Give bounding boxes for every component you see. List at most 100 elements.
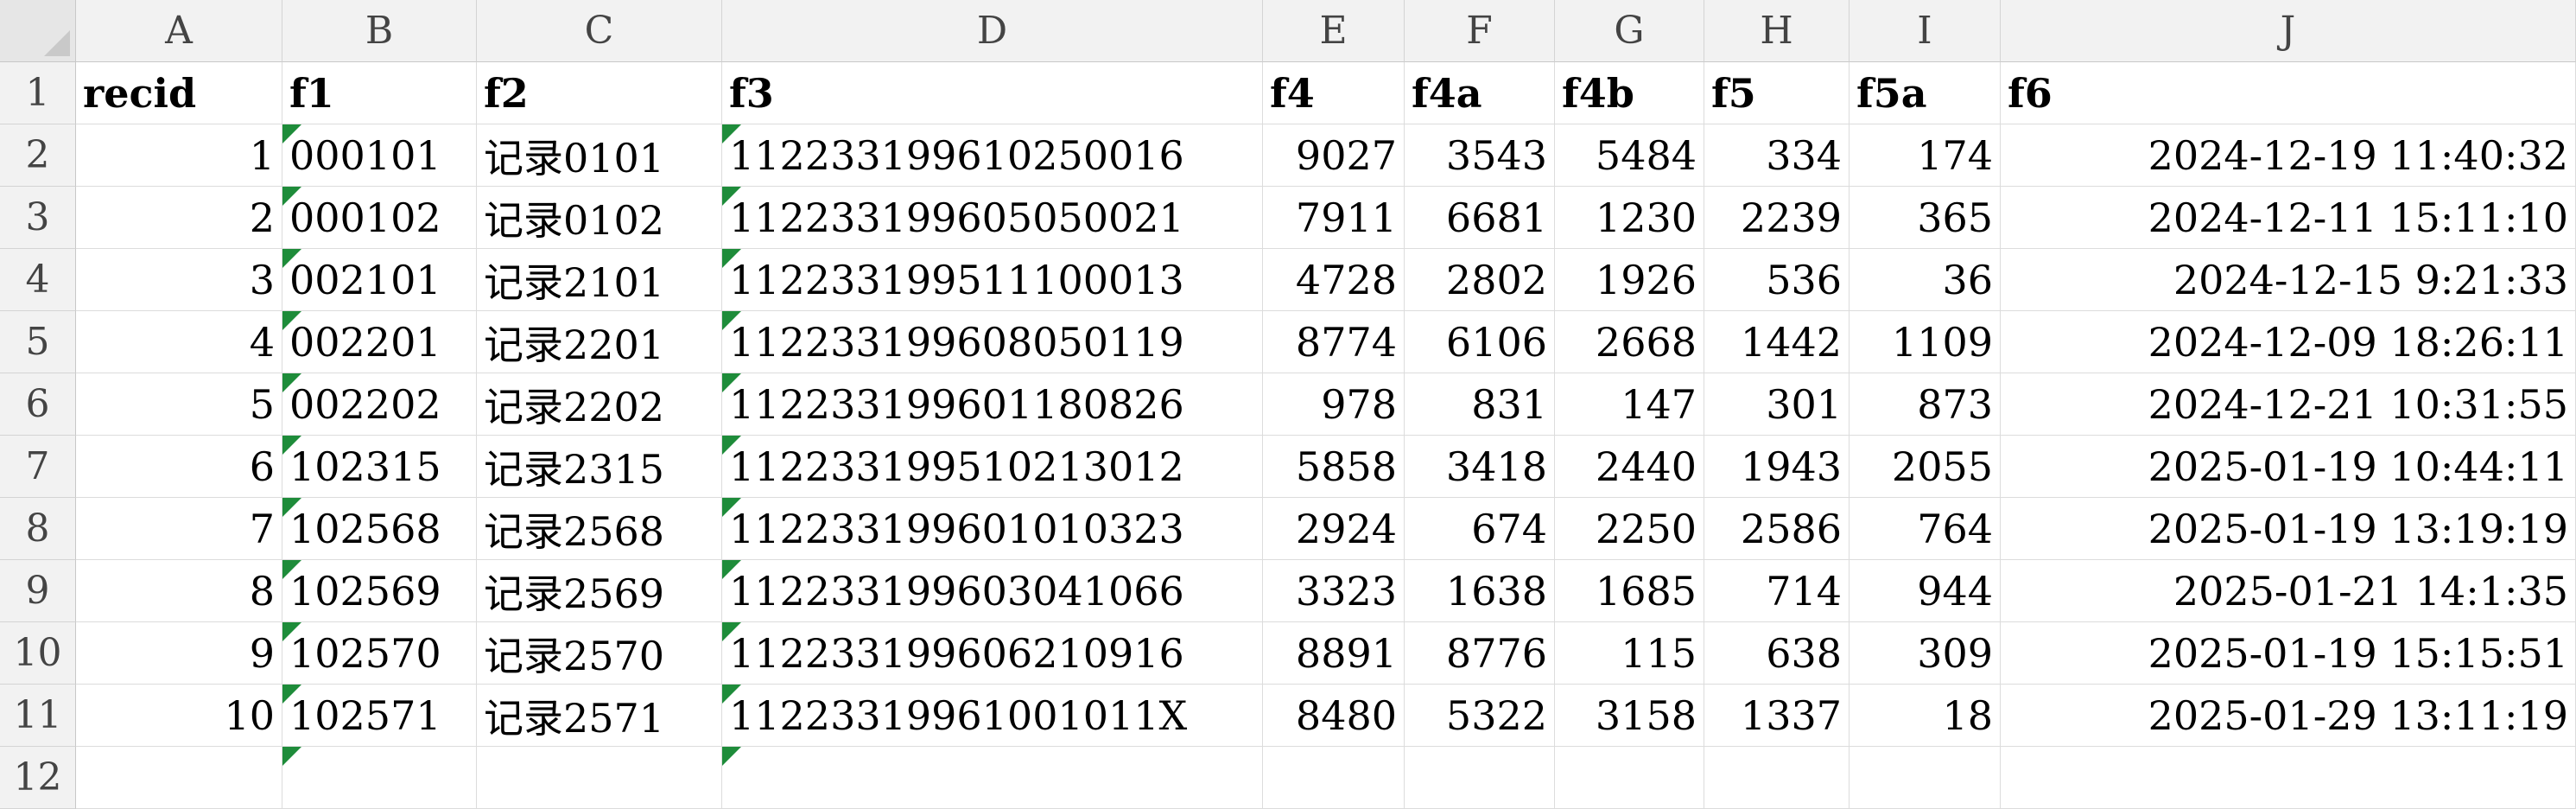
- cell-a4[interactable]: 3: [76, 249, 282, 311]
- cell-i2[interactable]: 174: [1850, 124, 2001, 187]
- column-header-f[interactable]: F: [1405, 0, 1555, 62]
- cell-a10[interactable]: 9: [76, 622, 282, 685]
- cell-i7[interactable]: 2055: [1850, 436, 2001, 498]
- header-cell-f5a[interactable]: f5a: [1850, 62, 2001, 124]
- cell-a9[interactable]: 8: [76, 560, 282, 622]
- cell-e10[interactable]: 8891: [1263, 622, 1405, 685]
- cell-a8[interactable]: 7: [76, 498, 282, 560]
- cell-h6[interactable]: 301: [1704, 373, 1850, 436]
- cell-d9[interactable]: 112233199603041066: [722, 560, 1263, 622]
- cell-d4[interactable]: 112233199511100013: [722, 249, 1263, 311]
- cell-e2[interactable]: 9027: [1263, 124, 1405, 187]
- cell-h3[interactable]: 2239: [1704, 187, 1850, 249]
- cell-h10[interactable]: 638: [1704, 622, 1850, 685]
- cell-f3[interactable]: 6681: [1405, 187, 1555, 249]
- cell-d8[interactable]: 112233199601010323: [722, 498, 1263, 560]
- column-header-d[interactable]: D: [722, 0, 1263, 62]
- row-header-11[interactable]: 11: [0, 685, 76, 747]
- row-header-10[interactable]: 10: [0, 622, 76, 685]
- cell-g6[interactable]: 147: [1555, 373, 1704, 436]
- cell-d3[interactable]: 112233199605050021: [722, 187, 1263, 249]
- header-cell-f4a[interactable]: f4a: [1405, 62, 1555, 124]
- cell-e6[interactable]: 978: [1263, 373, 1405, 436]
- cell-f11[interactable]: 5322: [1405, 685, 1555, 747]
- cell-h9[interactable]: 714: [1704, 560, 1850, 622]
- cell-j8[interactable]: 2025-01-19 13:19:19: [2001, 498, 2576, 560]
- cell-e4[interactable]: 4728: [1263, 249, 1405, 311]
- cell-g2[interactable]: 5484: [1555, 124, 1704, 187]
- header-cell-f5[interactable]: f5: [1704, 62, 1850, 124]
- header-cell-f1[interactable]: f1: [282, 62, 477, 124]
- row-header-4[interactable]: 4: [0, 249, 76, 311]
- cell-e9[interactable]: 3323: [1263, 560, 1405, 622]
- cell-c2[interactable]: 记录0101: [477, 124, 722, 187]
- column-header-a[interactable]: A: [76, 0, 282, 62]
- cell-b10[interactable]: 102570: [282, 622, 477, 685]
- cell-f6[interactable]: 831: [1405, 373, 1555, 436]
- header-cell-recid[interactable]: recid: [76, 62, 282, 124]
- cell-i8[interactable]: 764: [1850, 498, 2001, 560]
- cell-d7[interactable]: 112233199510213012: [722, 436, 1263, 498]
- cell-i10[interactable]: 309: [1850, 622, 2001, 685]
- cell-a2[interactable]: 1: [76, 124, 282, 187]
- cell-e8[interactable]: 2924: [1263, 498, 1405, 560]
- cell-d10[interactable]: 112233199606210916: [722, 622, 1263, 685]
- column-header-e[interactable]: E: [1263, 0, 1405, 62]
- column-header-b[interactable]: B: [282, 0, 477, 62]
- cell-c4[interactable]: 记录2101: [477, 249, 722, 311]
- cell-j7[interactable]: 2025-01-19 10:44:11: [2001, 436, 2576, 498]
- cell-b8[interactable]: 102568: [282, 498, 477, 560]
- cell-j6[interactable]: 2024-12-21 10:31:55: [2001, 373, 2576, 436]
- column-header-g[interactable]: G: [1555, 0, 1704, 62]
- cell-i3[interactable]: 365: [1850, 187, 2001, 249]
- cell-b5[interactable]: 002201: [282, 311, 477, 373]
- cell-d2[interactable]: 112233199610250016: [722, 124, 1263, 187]
- cell-f4[interactable]: 2802: [1405, 249, 1555, 311]
- row-header-2[interactable]: 2: [0, 124, 76, 187]
- cell-g7[interactable]: 2440: [1555, 436, 1704, 498]
- cell-e7[interactable]: 5858: [1263, 436, 1405, 498]
- cell-c5[interactable]: 记录2201: [477, 311, 722, 373]
- cell-a3[interactable]: 2: [76, 187, 282, 249]
- cell-b3[interactable]: 000102: [282, 187, 477, 249]
- cell-b6[interactable]: 002202: [282, 373, 477, 436]
- header-cell-f4b[interactable]: f4b: [1555, 62, 1704, 124]
- cell-c3[interactable]: 记录0102: [477, 187, 722, 249]
- row-header-5[interactable]: 5: [0, 311, 76, 373]
- cell-h2[interactable]: 334: [1704, 124, 1850, 187]
- header-cell-f3[interactable]: f3: [722, 62, 1263, 124]
- cell-c6[interactable]: 记录2202: [477, 373, 722, 436]
- cell-a5[interactable]: 4: [76, 311, 282, 373]
- column-header-j[interactable]: J: [2001, 0, 2576, 62]
- cell-c9[interactable]: 记录2569: [477, 560, 722, 622]
- cell-c11[interactable]: 记录2571: [477, 685, 722, 747]
- cell-g9[interactable]: 1685: [1555, 560, 1704, 622]
- cell-e5[interactable]: 8774: [1263, 311, 1405, 373]
- cell-g11[interactable]: 3158: [1555, 685, 1704, 747]
- cell-f8[interactable]: 674: [1405, 498, 1555, 560]
- cell-j3[interactable]: 2024-12-11 15:11:10: [2001, 187, 2576, 249]
- cell-e11[interactable]: 8480: [1263, 685, 1405, 747]
- cell-a7[interactable]: 6: [76, 436, 282, 498]
- cell-g10[interactable]: 115: [1555, 622, 1704, 685]
- header-cell-f6[interactable]: f6: [2001, 62, 2576, 124]
- cell-j5[interactable]: 2024-12-09 18:26:11: [2001, 311, 2576, 373]
- cell-c8[interactable]: 记录2568: [477, 498, 722, 560]
- cell-g5[interactable]: 2668: [1555, 311, 1704, 373]
- cell-j10[interactable]: 2025-01-19 15:15:51: [2001, 622, 2576, 685]
- column-header-h[interactable]: H: [1704, 0, 1850, 62]
- row-header-8[interactable]: 8: [0, 498, 76, 560]
- column-header-i[interactable]: I: [1850, 0, 2001, 62]
- cell-f9[interactable]: 1638: [1405, 560, 1555, 622]
- cell-h11[interactable]: 1337: [1704, 685, 1850, 747]
- cell-g3[interactable]: 1230: [1555, 187, 1704, 249]
- cell-i4[interactable]: 36: [1850, 249, 2001, 311]
- cell-b4[interactable]: 002101: [282, 249, 477, 311]
- cell-f2[interactable]: 3543: [1405, 124, 1555, 187]
- cell-e3[interactable]: 7911: [1263, 187, 1405, 249]
- cell-i5[interactable]: 1109: [1850, 311, 2001, 373]
- cell-a11[interactable]: 10: [76, 685, 282, 747]
- cell-h4[interactable]: 536: [1704, 249, 1850, 311]
- row-header-6[interactable]: 6: [0, 373, 76, 436]
- cell-h8[interactable]: 2586: [1704, 498, 1850, 560]
